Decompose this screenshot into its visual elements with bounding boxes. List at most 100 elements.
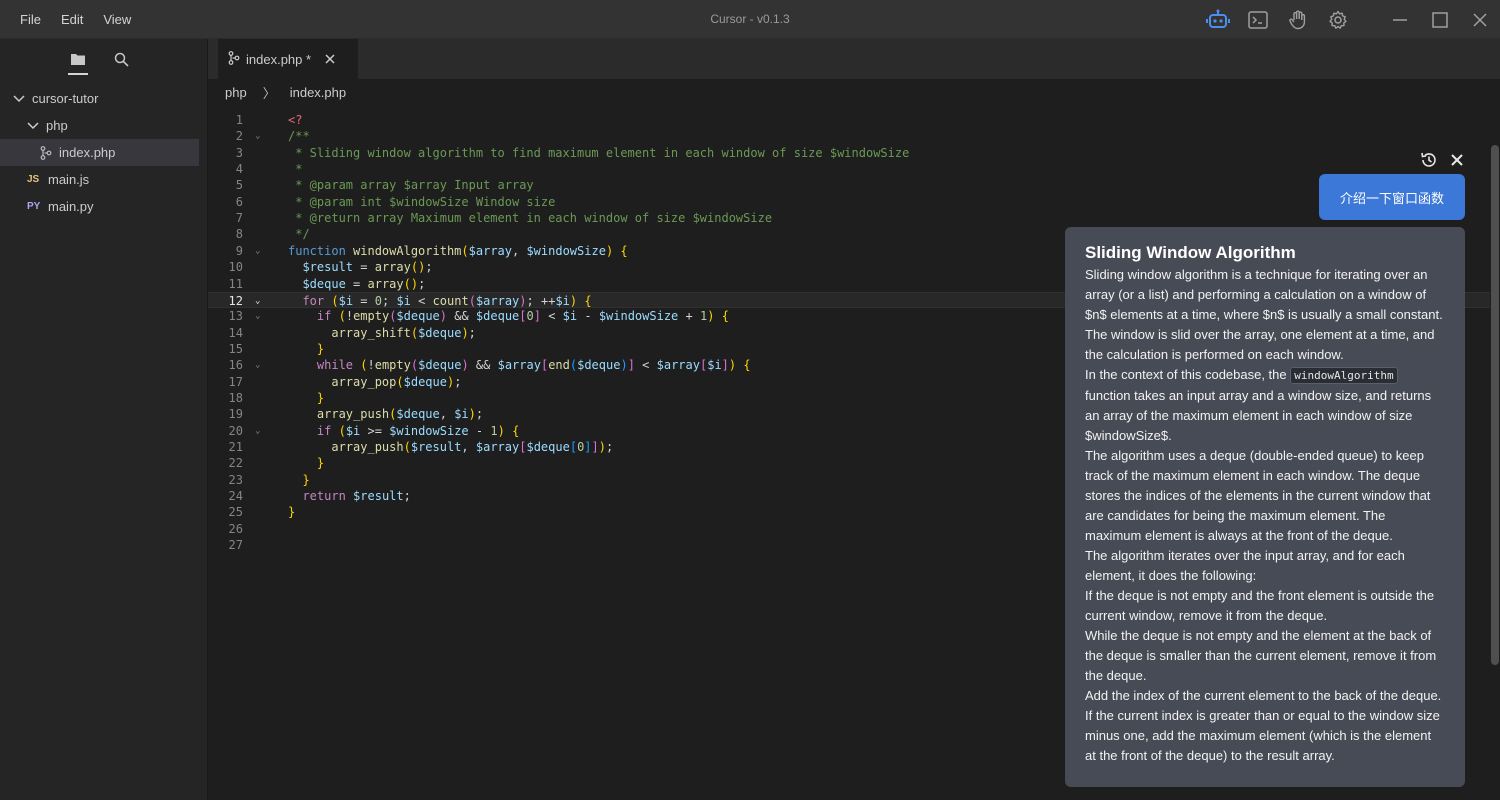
code-text: for ($i = 0; $i < count($array); ++$i) { [302, 293, 592, 308]
answer-paragraph: If the deque is not empty and the front … [1085, 588, 1435, 623]
inline-code: windowAlgorithm [1290, 367, 1398, 384]
code-line[interactable]: 5 * @param array $array Input array [208, 177, 1490, 193]
code-text: array_shift($deque); [331, 325, 476, 340]
tree-file-main-js[interactable]: JS main.js [0, 166, 207, 193]
tree-file-index-php[interactable]: index.php [0, 139, 199, 166]
menu-edit[interactable]: Edit [51, 12, 93, 27]
tree-label: main.js [48, 172, 90, 187]
fold-chevron-icon[interactable]: ⌄ [255, 243, 265, 259]
chevron-down-icon [12, 92, 26, 106]
answer-paragraph: Add the index of the current element to … [1085, 688, 1442, 703]
line-number: 21 [228, 440, 243, 454]
history-icon[interactable] [1420, 151, 1438, 174]
line-number: 8 [235, 227, 243, 242]
line-number: 6 [235, 194, 243, 209]
code-text: array_push($deque, $i); [316, 407, 484, 422]
line-number: 18 [228, 390, 243, 405]
chevron-down-icon [26, 119, 40, 133]
code-line[interactable]: 1 <? [208, 112, 1490, 128]
code-text: /** [288, 129, 310, 144]
line-number: 14 [228, 325, 243, 340]
fold-chevron-icon[interactable]: ⌄ [255, 128, 265, 144]
settings-gear-icon[interactable] [1318, 0, 1358, 39]
scrollbar-thumb[interactable] [1491, 145, 1499, 665]
close-icon[interactable] [1460, 0, 1500, 39]
search-icon[interactable] [111, 48, 133, 70]
code-text: */ [288, 227, 310, 242]
line-number: 27 [228, 538, 243, 553]
git-branch-icon [228, 50, 240, 68]
fold-chevron-icon[interactable]: ⌄ [255, 308, 265, 324]
code-text: } [288, 505, 296, 520]
line-number: 13 [228, 309, 243, 324]
tab-label: index.php * [246, 51, 312, 67]
answer-paragraph: Sliding window algorithm is a technique … [1085, 267, 1443, 362]
tree-folder-cursor-tutor[interactable]: cursor-tutor [0, 85, 207, 112]
code-text: function windowAlgorithm($array, $window… [288, 243, 628, 258]
code-line[interactable]: 2 ⌄ /** [208, 128, 1490, 144]
code-text: } [316, 390, 325, 405]
menu-bar: File Edit View [10, 0, 141, 39]
file-explorer-sidebar: cursor-tutor php index.php JS main.js PY… [0, 39, 208, 800]
line-number: 12 [228, 293, 243, 308]
chat-assistant-message: Sliding Window Algorithm Sliding window … [1065, 227, 1465, 787]
menu-view[interactable]: View [93, 12, 141, 27]
answer-paragraph: The algorithm uses a deque (double-ended… [1085, 448, 1431, 543]
editor-scrollbar[interactable] [1490, 105, 1500, 800]
breadcrumb: php 〉 index.php [208, 79, 1500, 105]
code-text: while (!empty($deque) && $array[end($deq… [316, 358, 751, 373]
line-number: 10 [228, 260, 243, 275]
answer-text: In the context of this codebase, the [1085, 367, 1291, 382]
tree-folder-php[interactable]: php [0, 112, 207, 139]
code-text: * Sliding window algorithm to find maxim… [288, 145, 910, 160]
code-line[interactable]: 3 * Sliding window algorithm to find max… [208, 145, 1490, 161]
code-text: * @param int $windowSize Window size [288, 194, 556, 209]
fold-chevron-icon[interactable]: ⌄ [255, 423, 265, 439]
line-number: 2 [235, 129, 243, 144]
code-text: $deque = array(); [302, 276, 426, 291]
tree-label: cursor-tutor [32, 91, 99, 106]
tree-label: main.py [48, 199, 94, 214]
code-text: $result = array(); [302, 260, 433, 275]
line-number: 5 [235, 178, 243, 193]
line-number: 16 [228, 358, 243, 373]
fold-chevron-icon[interactable]: ⌄ [255, 357, 265, 373]
file-tree: cursor-tutor php index.php JS main.js PY… [0, 85, 207, 220]
minimize-icon[interactable] [1380, 0, 1420, 39]
tab-index-php[interactable]: index.php * [218, 39, 358, 79]
chat-user-message: 介绍一下窗口函数 [1319, 174, 1465, 220]
code-text: * [288, 162, 303, 177]
fold-chevron-icon[interactable]: ⌄ [255, 293, 265, 309]
chat-controls [1420, 151, 1464, 174]
code-line[interactable]: 4 * [208, 161, 1490, 177]
python-file-icon: PY [27, 201, 41, 212]
code-text: } [316, 456, 325, 471]
code-text: if (!empty($deque) && $deque[0] < $i - $… [316, 309, 729, 324]
code-text: array_pop($deque); [331, 374, 462, 389]
breadcrumb-item[interactable]: php [225, 85, 247, 100]
tree-label: php [46, 118, 68, 133]
breadcrumb-item[interactable]: index.php [290, 85, 346, 100]
line-number: 11 [228, 276, 243, 291]
answer-text: function takes an input array and a wind… [1085, 388, 1432, 443]
explorer-folder-icon[interactable] [67, 48, 89, 75]
line-number: 9 [235, 243, 243, 258]
terminal-icon[interactable] [1238, 0, 1278, 39]
code-text: * @return array Maximum element in each … [288, 211, 773, 226]
hand-icon[interactable] [1278, 0, 1318, 39]
menu-file[interactable]: File [10, 12, 51, 27]
code-line[interactable]: 7 * @return array Maximum element in eac… [208, 210, 1490, 226]
tab-close-icon[interactable] [323, 52, 337, 66]
chevron-right-icon: 〉 [262, 85, 276, 101]
robot-icon[interactable] [1198, 0, 1238, 39]
chat-close-icon[interactable] [1450, 153, 1464, 172]
tree-file-main-py[interactable]: PY main.py [0, 193, 207, 220]
answer-paragraph: If the current index is greater than or … [1085, 708, 1440, 763]
line-number: 24 [228, 489, 243, 504]
line-number: 26 [228, 521, 243, 536]
code-line[interactable]: 6 * @param int $windowSize Window size [208, 194, 1490, 210]
code-text: array_push($result, $array[$deque[0]]); [331, 440, 614, 454]
maximize-icon[interactable] [1420, 0, 1460, 39]
code-text: if ($i >= $windowSize - 1) { [316, 423, 520, 438]
line-number: 23 [228, 472, 243, 487]
